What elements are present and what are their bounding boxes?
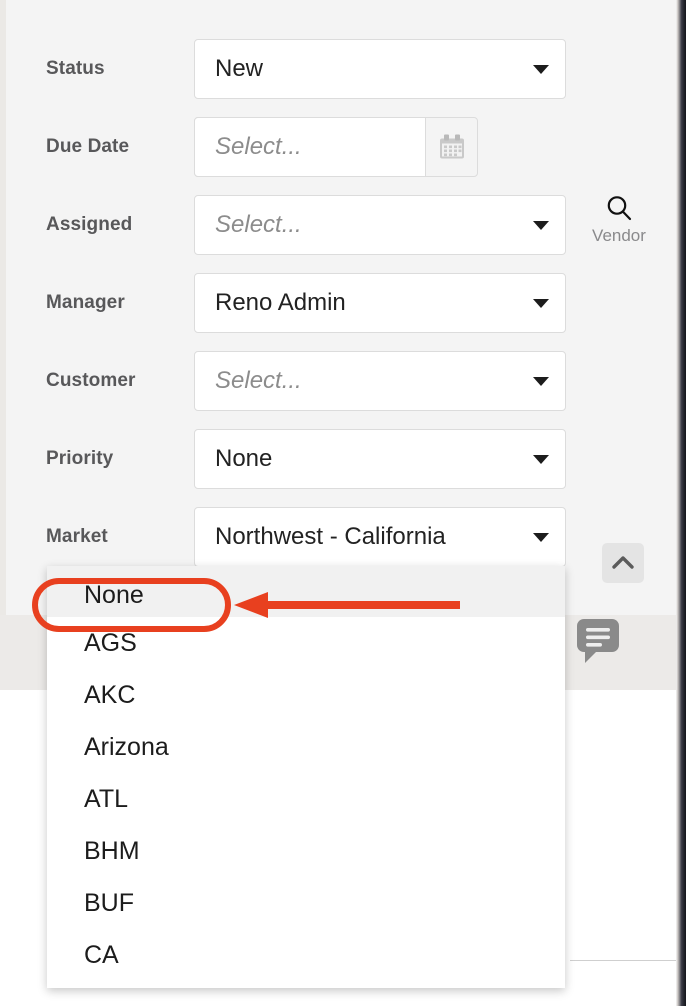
form-row-manager: Manager Reno Admin: [0, 273, 570, 333]
calendar-picker-button[interactable]: [426, 118, 478, 176]
select-manager[interactable]: Reno Admin: [194, 273, 566, 333]
window-right-edge: [676, 0, 686, 1006]
select-priority-value: None: [215, 430, 513, 488]
form-row-market: Market Northwest - California: [0, 507, 570, 567]
chevron-down-icon: [533, 299, 549, 308]
select-market-value: Northwest - California: [215, 508, 513, 566]
label-status: Status: [46, 39, 105, 99]
select-manager-value: Reno Admin: [215, 274, 513, 332]
form-row-customer: Customer Select...: [0, 351, 570, 411]
chevron-down-icon: [533, 65, 549, 74]
app-screen: Status New Due Date Select...: [0, 0, 686, 1006]
dropdown-option-atl[interactable]: ATL: [47, 773, 565, 825]
dropdown-option-arizona[interactable]: Arizona: [47, 721, 565, 773]
content-divider-line: [570, 960, 676, 961]
select-status-value: New: [215, 40, 513, 98]
chat-bubble-icon: [576, 618, 622, 666]
select-priority[interactable]: None: [194, 429, 566, 489]
label-manager: Manager: [46, 273, 125, 333]
vendor-search-button[interactable]: Vendor: [584, 193, 654, 246]
search-icon: [604, 193, 634, 223]
select-status[interactable]: New: [194, 39, 566, 99]
label-market: Market: [46, 507, 108, 567]
select-customer-value: Select...: [215, 352, 513, 410]
chevron-down-icon: [533, 377, 549, 386]
label-assigned: Assigned: [46, 195, 132, 255]
form-row-assigned: Assigned Select...: [0, 195, 570, 255]
dropdown-option-ca[interactable]: CA: [47, 929, 565, 981]
dropdown-option-akc[interactable]: AKC: [47, 669, 565, 721]
chevron-down-icon: [533, 221, 549, 230]
select-assigned[interactable]: Select...: [194, 195, 566, 255]
form-row-due-date: Due Date Select...: [0, 117, 570, 177]
market-dropdown-list[interactable]: None AGS AKC Arizona ATL BHM BUF CA: [47, 566, 565, 988]
chevron-down-icon: [533, 455, 549, 464]
chat-button[interactable]: [576, 618, 622, 671]
chevron-down-icon: [533, 533, 549, 542]
due-date-input[interactable]: Select...: [194, 117, 426, 177]
dropdown-option-buf[interactable]: BUF: [47, 877, 565, 929]
calendar-icon: [439, 135, 465, 160]
vendor-label: Vendor: [584, 226, 654, 246]
dropdown-option-ags[interactable]: AGS: [47, 617, 565, 669]
label-priority: Priority: [46, 429, 113, 489]
due-date-group: Select...: [194, 117, 478, 177]
form-row-priority: Priority None: [0, 429, 570, 489]
dropdown-option-bhm[interactable]: BHM: [47, 825, 565, 877]
form-row-status: Status New: [0, 39, 570, 99]
collapse-panel-button[interactable]: [602, 543, 644, 583]
chevron-up-icon: [611, 553, 635, 573]
due-date-placeholder: Select...: [215, 118, 302, 176]
select-assigned-value: Select...: [215, 196, 513, 254]
dropdown-option-none[interactable]: None: [47, 566, 565, 617]
select-market[interactable]: Northwest - California: [194, 507, 566, 567]
label-customer: Customer: [46, 351, 135, 411]
select-customer[interactable]: Select...: [194, 351, 566, 411]
label-due-date: Due Date: [46, 117, 129, 177]
